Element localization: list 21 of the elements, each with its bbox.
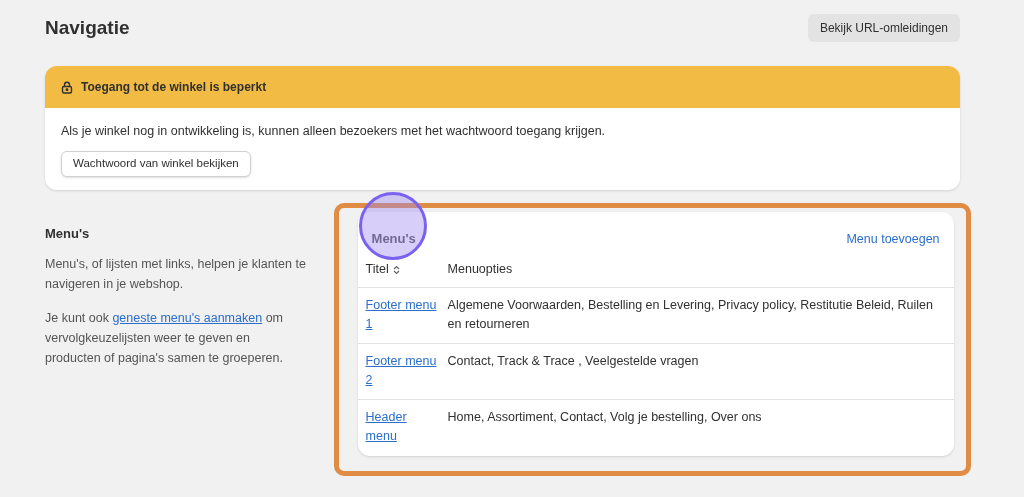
column-header: Menuopties [447, 261, 513, 279]
column-header: Titel [365, 261, 389, 279]
lock-icon [61, 80, 73, 94]
sort-icon[interactable] [392, 264, 400, 275]
menu-title-link[interactable]: Header menu [365, 408, 438, 446]
section-note: Je kunt ook geneste menu's aanmaken om vervolgkeuzelijsten weer te geven en producten of pagina's samen te groeperen. [45, 309, 284, 367]
add-menu-link[interactable]: Menu toevoegen [846, 229, 940, 249]
banner-title: Toegang tot de winkel is beperkt [81, 79, 267, 96]
section-description: Menu's, of lijsten met links, helpen je klanten te navigeren in je webshop. [45, 255, 307, 293]
menu-title-link[interactable]: Footer menu 2 [365, 352, 438, 390]
nested-menus-link[interactable]: geneste menu's aanmaken [112, 310, 263, 325]
menu-options: Home, Assortiment, Contact, Volg je bestelling, Over ons [447, 408, 943, 456]
banner-text: Als je winkel nog in ontwikkeling is, kunnen alleen bezoekers met het wachtwoord toegang krijgen. [61, 123, 607, 140]
menu-options: Contact, Track & Trace , Veelgestelde vragen [447, 352, 943, 399]
menu-title-link[interactable]: Footer menu 1 [365, 296, 438, 334]
section-title: Menu's [45, 225, 91, 243]
redirects-button[interactable]: Bekijk URL-omleidingen [807, 14, 960, 42]
view-password-button[interactable]: Wachtwoord van winkel bekijken [61, 150, 251, 177]
menu-options: Algemene Voorwaarden, Bestelling en Levering, Privacy policy, Restitutie Beleid, Ruilen en retourneren [447, 296, 943, 343]
card-title: Menu's [371, 230, 416, 249]
page-title: Navigatie [45, 15, 130, 40]
